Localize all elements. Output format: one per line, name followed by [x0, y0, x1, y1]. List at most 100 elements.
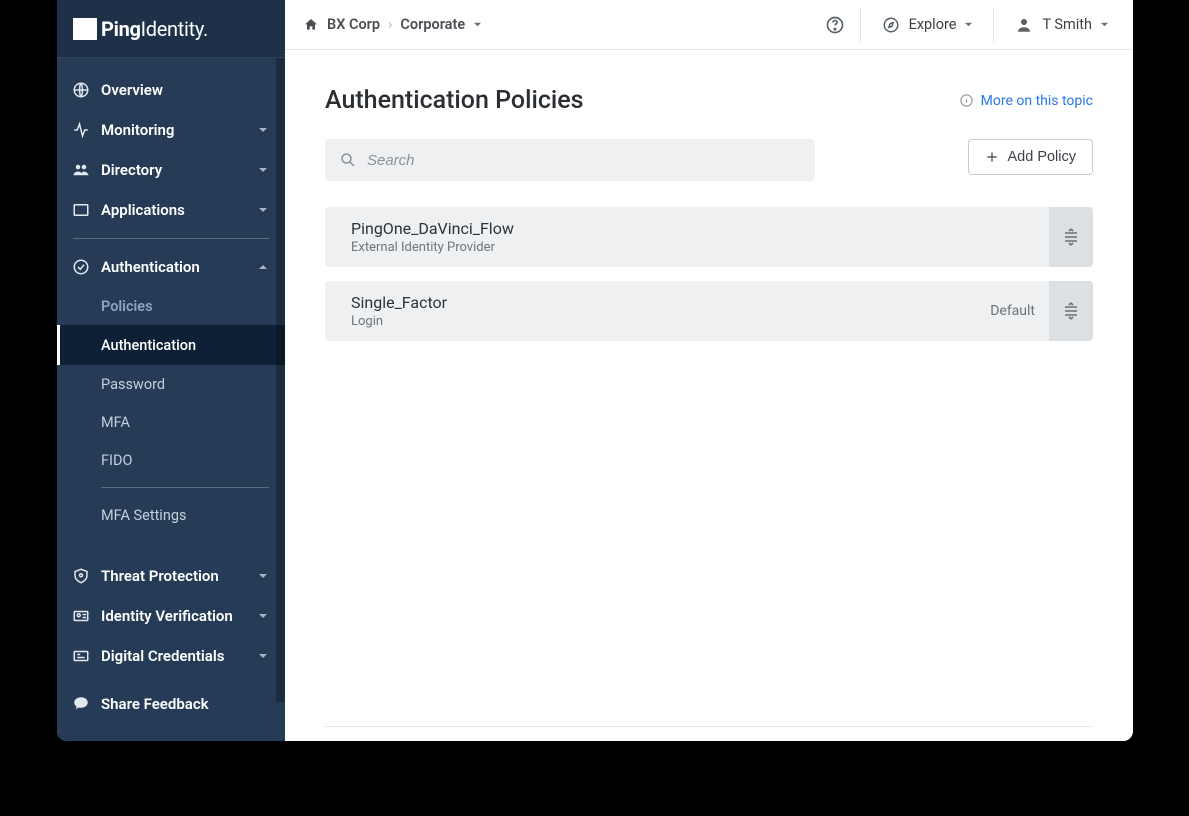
- sidebar-label-threat: Threat Protection: [101, 567, 255, 585]
- users-icon: [71, 160, 91, 180]
- breadcrumb-root[interactable]: BX Corp: [327, 16, 380, 33]
- page-title: Authentication Policies: [325, 86, 584, 115]
- sidebar-item-authentication[interactable]: Authentication: [57, 247, 285, 287]
- chevron-up-icon: [255, 259, 271, 275]
- sidebar-sub-label: MFA: [101, 414, 130, 431]
- sidebar-sub-label: Password: [101, 376, 165, 393]
- sidebar-sub-label: Authentication: [101, 337, 196, 354]
- info-icon: [959, 93, 975, 109]
- brand-suffix: Identity.: [141, 17, 208, 41]
- sidebar-item-applications[interactable]: Applications: [57, 190, 285, 230]
- chevron-down-icon: [255, 162, 271, 178]
- policy-subtitle: External Identity Provider: [351, 240, 1049, 255]
- chevron-down-icon: [255, 202, 271, 218]
- sidebar-sub-mfa-settings[interactable]: MFA Settings: [57, 496, 285, 534]
- search-input[interactable]: [367, 152, 801, 169]
- check-circle-icon: [71, 257, 91, 277]
- drag-handle-icon[interactable]: [1049, 207, 1093, 267]
- default-badge: Default: [990, 303, 1035, 319]
- chevron-down-icon: [964, 20, 973, 29]
- policy-list: PingOne_DaVinci_Flow External Identity Pr…: [325, 207, 1093, 341]
- globe-icon: [71, 80, 91, 100]
- sidebar-sub-password[interactable]: Password: [57, 365, 285, 403]
- brand-text: PingIdentity.: [101, 17, 208, 41]
- policy-name: PingOne_DaVinci_Flow: [351, 219, 1049, 238]
- chevron-down-icon: [255, 608, 271, 624]
- topbar: BX Corp › Corporate Explore: [285, 0, 1133, 50]
- chevron-down-icon: [255, 122, 271, 138]
- chevron-down-icon[interactable]: [473, 20, 482, 29]
- shield-icon: [71, 566, 91, 586]
- sidebar-sub-fido[interactable]: FIDO: [57, 441, 285, 479]
- sidebar-item-directory[interactable]: Directory: [57, 150, 285, 190]
- user-menu[interactable]: T Smith: [1008, 15, 1115, 35]
- add-policy-button[interactable]: Add Policy: [968, 139, 1093, 175]
- sidebar-label-authentication: Authentication: [101, 258, 255, 276]
- topbar-divider: [993, 8, 994, 42]
- policy-row[interactable]: PingOne_DaVinci_Flow External Identity Pr…: [325, 207, 1093, 267]
- credentials-icon: [71, 646, 91, 666]
- help-icon[interactable]: [824, 14, 846, 36]
- policy-name: Single_Factor: [351, 293, 990, 312]
- more-link-text: More on this topic: [981, 93, 1093, 109]
- sidebar-item-identity-verification[interactable]: Identity Verification: [57, 596, 285, 636]
- policy-subtitle: Login: [351, 314, 990, 329]
- breadcrumb-env[interactable]: Corporate: [400, 16, 465, 33]
- brand-header: PingIdentity.: [57, 0, 285, 58]
- sidebar-sub-authentication[interactable]: Authentication: [57, 325, 285, 365]
- drag-handle-icon[interactable]: [1049, 281, 1093, 341]
- main-area: BX Corp › Corporate Explore: [285, 0, 1133, 741]
- content-area: Authentication Policies More on this top…: [285, 50, 1133, 741]
- sidebar-label-applications: Applications: [101, 201, 255, 219]
- more-on-topic-link[interactable]: More on this topic: [959, 93, 1093, 109]
- chevron-down-icon: [255, 648, 271, 664]
- bottom-divider: [325, 726, 1093, 727]
- sidebar: PingIdentity. Overview Monitoring: [57, 0, 285, 741]
- breadcrumb: BX Corp › Corporate: [303, 16, 482, 33]
- add-button-label: Add Policy: [1007, 149, 1076, 165]
- policy-info: PingOne_DaVinci_Flow External Identity Pr…: [351, 219, 1049, 255]
- sidebar-label-directory: Directory: [101, 161, 255, 179]
- sidebar-label-feedback: Share Feedback: [101, 695, 271, 713]
- sidebar-sub-mfa[interactable]: MFA: [57, 403, 285, 441]
- sidebar-item-threat-protection[interactable]: Threat Protection: [57, 556, 285, 596]
- sidebar-sub-label: Policies: [101, 298, 153, 315]
- compass-icon: [881, 15, 901, 35]
- toolbar: Add Policy: [325, 139, 1093, 181]
- user-icon: [1014, 15, 1034, 35]
- sidebar-label-dc: Digital Credentials: [101, 647, 255, 665]
- sidebar-item-share-feedback[interactable]: Share Feedback: [57, 684, 285, 724]
- sidebar-nav: Overview Monitoring Directory: [57, 58, 285, 724]
- sidebar-sub-label: FIDO: [101, 452, 132, 469]
- sidebar-sub-label: MFA Settings: [101, 507, 186, 524]
- window-icon: [71, 200, 91, 220]
- policy-info: Single_Factor Login: [351, 293, 990, 329]
- page-header: Authentication Policies More on this top…: [325, 86, 1093, 115]
- sidebar-sub-policies[interactable]: Policies: [57, 287, 285, 325]
- search-box[interactable]: [325, 139, 815, 181]
- breadcrumb-sep: ›: [388, 16, 392, 33]
- sidebar-label-idv: Identity Verification: [101, 607, 255, 625]
- policy-row[interactable]: Single_Factor LoginDefault: [325, 281, 1093, 341]
- nav-divider: [73, 238, 269, 239]
- search-icon: [339, 151, 357, 169]
- plus-icon: [985, 150, 999, 164]
- chevron-down-icon: [255, 568, 271, 584]
- sidebar-item-monitoring[interactable]: Monitoring: [57, 110, 285, 150]
- user-name: T Smith: [1042, 16, 1092, 33]
- brand-logo: [73, 18, 97, 40]
- topbar-divider: [860, 8, 861, 42]
- sidebar-label-overview: Overview: [101, 81, 271, 99]
- sidebar-item-overview[interactable]: Overview: [57, 70, 285, 110]
- nav-sub-divider: [101, 487, 269, 488]
- explore-dropdown[interactable]: Explore: [875, 15, 980, 35]
- activity-icon: [71, 120, 91, 140]
- chevron-down-icon: [1100, 20, 1109, 29]
- sidebar-label-monitoring: Monitoring: [101, 121, 255, 139]
- explore-label: Explore: [909, 16, 957, 33]
- chat-icon: [71, 694, 91, 714]
- id-card-icon: [71, 606, 91, 626]
- sidebar-item-digital-credentials[interactable]: Digital Credentials: [57, 636, 285, 676]
- home-icon[interactable]: [303, 17, 319, 33]
- brand-prefix: Ping: [101, 17, 141, 41]
